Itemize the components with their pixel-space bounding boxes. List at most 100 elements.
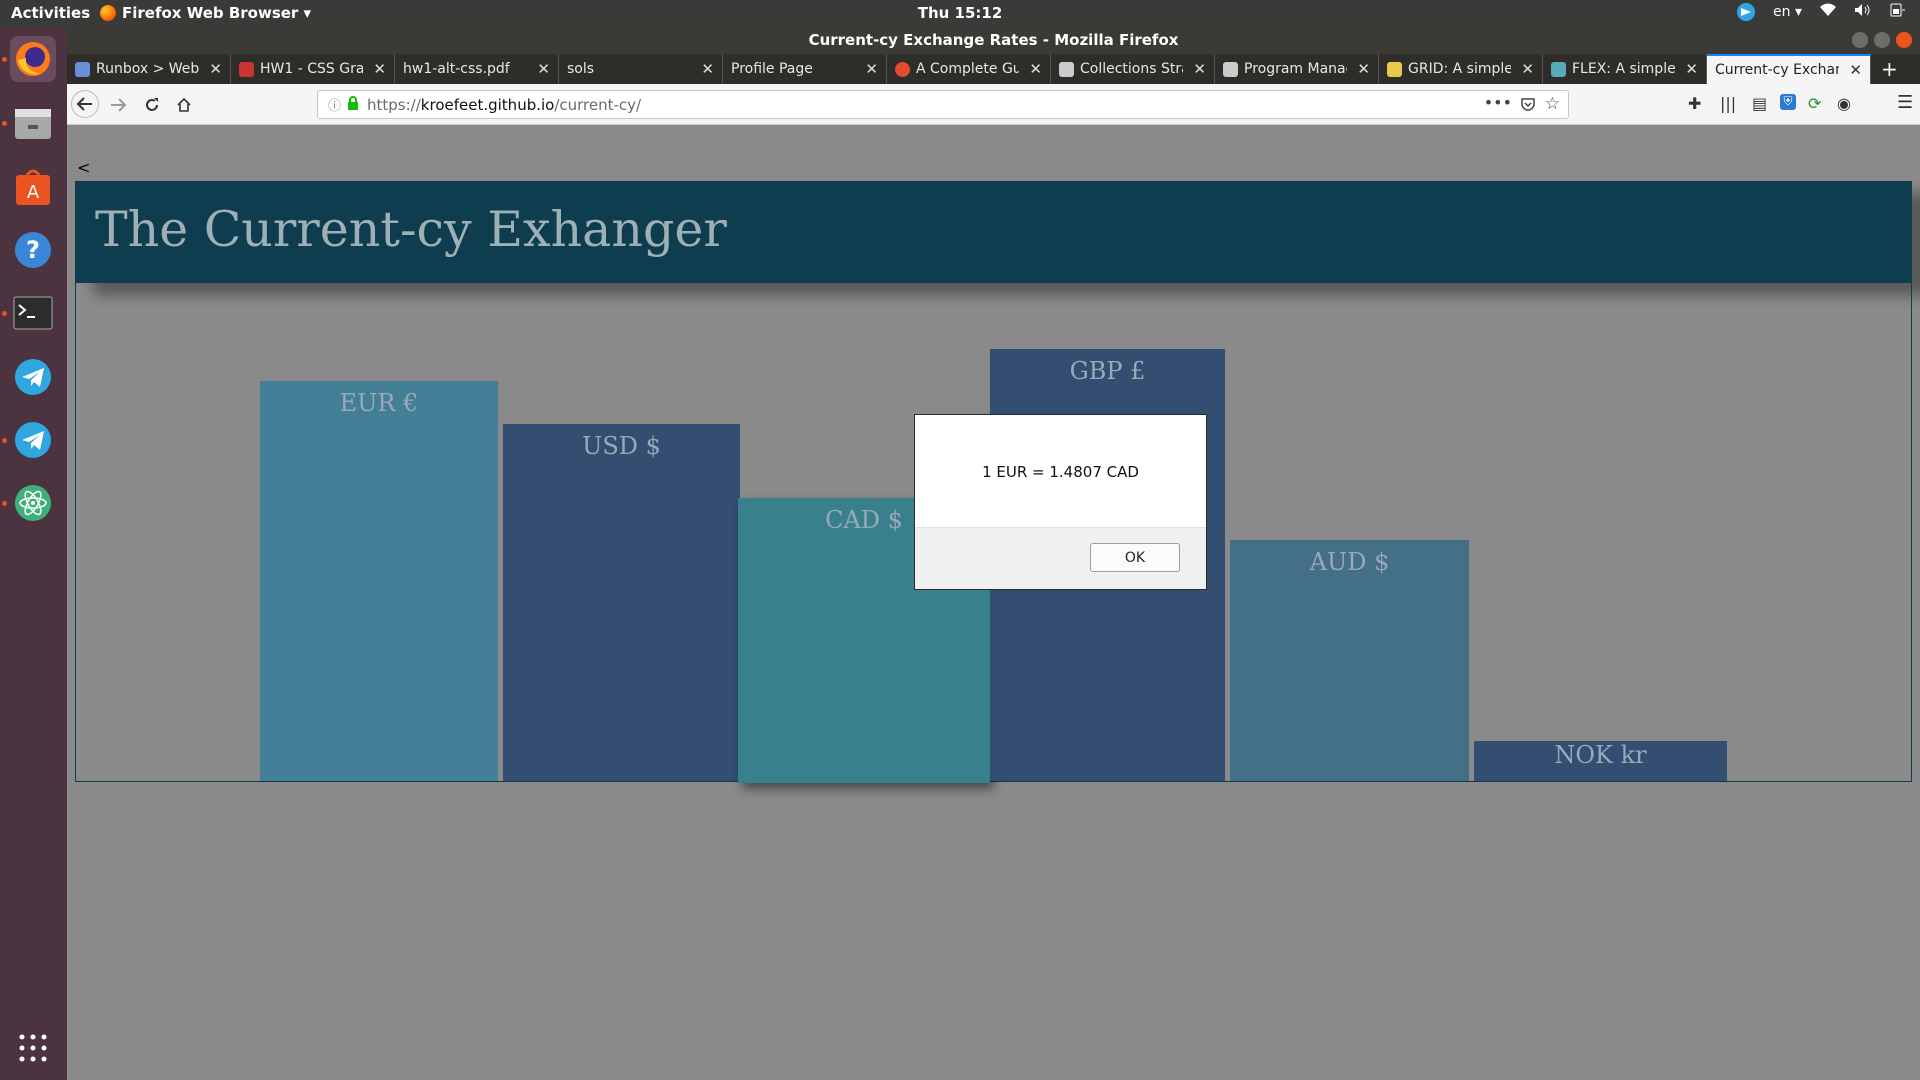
tab-favicon-icon xyxy=(1387,61,1402,77)
running-indicator xyxy=(2,501,7,506)
bar-aud[interactable]: AUD $ xyxy=(1230,540,1469,781)
reload-icon xyxy=(146,98,158,111)
tab-label: GRID: A simple xyxy=(1408,61,1512,77)
tab-sols[interactable]: sols ✕ xyxy=(559,54,723,84)
bar-eur[interactable]: EUR € xyxy=(260,381,498,781)
tab-current-cy-exchange[interactable]: Current-cy Exchange ✕ xyxy=(1707,54,1871,84)
bar-label: GBP £ xyxy=(1069,357,1146,385)
running-indicator xyxy=(2,438,7,443)
page-actions-icon[interactable]: ••• xyxy=(1484,93,1512,112)
system-top-bar: Activities Firefox Web Browser ▾ Thu 15:… xyxy=(0,0,1920,27)
tab-close-icon[interactable]: ✕ xyxy=(1849,61,1862,79)
tab-favicon-icon xyxy=(239,61,254,77)
battery-icon[interactable] xyxy=(1888,3,1906,21)
tab-close-icon[interactable]: ✕ xyxy=(1521,60,1534,78)
home-icon xyxy=(177,97,191,112)
bitwarden-icon[interactable]: ⛨ xyxy=(1780,94,1796,110)
system-tray[interactable]: en ▾ xyxy=(1737,3,1906,21)
page-title: The Current-cy Exhanger xyxy=(95,201,727,258)
tab-program-manager[interactable]: Program Manager ✕ xyxy=(1215,54,1379,84)
extensions-icon[interactable]: ✚ xyxy=(1688,94,1701,113)
wifi-icon[interactable] xyxy=(1820,3,1836,21)
tab-close-icon[interactable]: ✕ xyxy=(1357,60,1370,78)
tab-favicon-icon xyxy=(1059,61,1074,77)
site-info-icon[interactable]: ⓘ xyxy=(328,95,341,114)
running-indicator xyxy=(2,311,7,316)
bar-usd[interactable]: USD $ xyxy=(503,424,740,781)
files-launcher-icon[interactable] xyxy=(10,100,56,146)
volume-icon[interactable] xyxy=(1854,3,1870,21)
tab-hw1-css-graphing[interactable]: HW1 - CSS Graphing ✕ xyxy=(231,54,395,84)
library-icon[interactable]: ||| xyxy=(1720,94,1736,113)
tab-label: FLEX: A simple xyxy=(1572,61,1676,77)
alert-message: 1 EUR = 1.4807 CAD xyxy=(982,463,1139,481)
tab-profile-page[interactable]: Profile Page ✕ xyxy=(723,54,887,84)
url-host: kroefeet.github.io xyxy=(420,95,555,114)
tab-close-icon[interactable]: ✕ xyxy=(701,60,714,78)
window-title: Current-cy Exchange Rates - Mozilla Fire… xyxy=(808,31,1179,49)
tab-close-icon[interactable]: ✕ xyxy=(1685,60,1698,78)
tab-close-icon[interactable]: ✕ xyxy=(209,60,222,78)
back-link[interactable]: < xyxy=(77,158,90,177)
bar-label: AUD $ xyxy=(1309,548,1390,576)
atom-editor-icon[interactable] xyxy=(10,480,56,526)
bar-label: USD $ xyxy=(582,432,661,460)
tab-strip: Runbox > Webmail ✕ HW1 - CSS Graphing ✕ … xyxy=(67,54,1920,84)
back-button[interactable] xyxy=(71,90,99,118)
tab-collections-strategy[interactable]: Collections Strategy ✕ xyxy=(1051,54,1215,84)
window-titlebar[interactable]: Current-cy Exchange Rates - Mozilla Fire… xyxy=(67,27,1920,54)
running-indicator xyxy=(2,121,7,126)
forward-arrow-icon xyxy=(111,98,126,112)
navigation-toolbar: ⓘ https://kroefeet.github.io/current-cy/… xyxy=(67,84,1920,125)
tab-label: Collections Strategy xyxy=(1080,61,1183,77)
terminal-icon[interactable] xyxy=(10,290,56,336)
telegram-tray-icon[interactable] xyxy=(1737,3,1756,21)
back-arrow-icon xyxy=(77,97,92,111)
hamburger-menu-icon[interactable]: ☰ xyxy=(1897,92,1913,113)
account-icon[interactable]: ◉ xyxy=(1837,94,1851,113)
tab-close-icon[interactable]: ✕ xyxy=(1193,60,1206,78)
url-text[interactable]: https://kroefeet.github.io/current-cy/ xyxy=(367,96,641,114)
home-button[interactable] xyxy=(171,92,197,118)
new-tab-button[interactable]: + xyxy=(1871,54,1908,84)
tab-favicon-icon xyxy=(895,61,910,77)
tab-label: hw1-alt-css.pdf xyxy=(403,61,510,77)
svg-text:A: A xyxy=(27,182,40,203)
tab-hw1-alt-css-pdf[interactable]: hw1-alt-css.pdf ✕ xyxy=(395,54,559,84)
tab-close-icon[interactable]: ✕ xyxy=(1029,60,1042,78)
page-header: The Current-cy Exhanger xyxy=(75,181,1912,283)
extension-green-icon[interactable]: ⟳ xyxy=(1808,94,1821,113)
sidebar-icon[interactable]: ▤ xyxy=(1752,94,1767,113)
tab-close-icon[interactable]: ✕ xyxy=(373,60,386,78)
url-bar[interactable]: ⓘ https://kroefeet.github.io/current-cy/… xyxy=(317,90,1569,119)
maximize-button[interactable] xyxy=(1874,32,1890,48)
software-center-icon[interactable]: A xyxy=(10,164,56,210)
reload-button[interactable] xyxy=(139,92,165,118)
firefox-launcher-icon[interactable] xyxy=(10,36,56,82)
tab-close-icon[interactable]: ✕ xyxy=(537,60,550,78)
ok-button[interactable]: OK xyxy=(1090,543,1180,572)
bookmark-star-icon[interactable]: ☆ xyxy=(1545,94,1560,114)
telegram-launcher-icon[interactable] xyxy=(10,354,56,400)
pocket-icon[interactable] xyxy=(1520,96,1536,116)
close-window-button[interactable] xyxy=(1896,32,1912,48)
tab-favicon-icon xyxy=(1551,61,1566,77)
telegram-launcher-icon-2[interactable] xyxy=(10,417,56,463)
lock-icon[interactable] xyxy=(347,95,359,114)
tab-favicon-icon xyxy=(1223,61,1238,77)
minimize-button[interactable] xyxy=(1852,32,1868,48)
tab-complete-guide[interactable]: A Complete Guide ✕ xyxy=(887,54,1051,84)
page-content: < The Current-cy Exhanger EUR € USD $ CA… xyxy=(67,152,1920,1080)
show-applications-icon[interactable] xyxy=(10,1025,56,1071)
clock[interactable]: Thu 15:12 xyxy=(0,4,1920,22)
tab-close-icon[interactable]: ✕ xyxy=(865,60,878,78)
bar-label: EUR € xyxy=(339,389,419,417)
tab-grid-simple[interactable]: GRID: A simple ✕ xyxy=(1379,54,1543,84)
forward-button[interactable] xyxy=(105,92,131,118)
bar-nok[interactable]: NOK kr xyxy=(1474,741,1727,781)
language-indicator[interactable]: en ▾ xyxy=(1773,4,1802,20)
tab-runbox[interactable]: Runbox > Webmail ✕ xyxy=(67,54,231,84)
help-icon[interactable]: ? xyxy=(10,227,56,273)
tab-flex-simple[interactable]: FLEX: A simple ✕ xyxy=(1543,54,1707,84)
tab-label: Current-cy Exchange xyxy=(1715,62,1839,78)
